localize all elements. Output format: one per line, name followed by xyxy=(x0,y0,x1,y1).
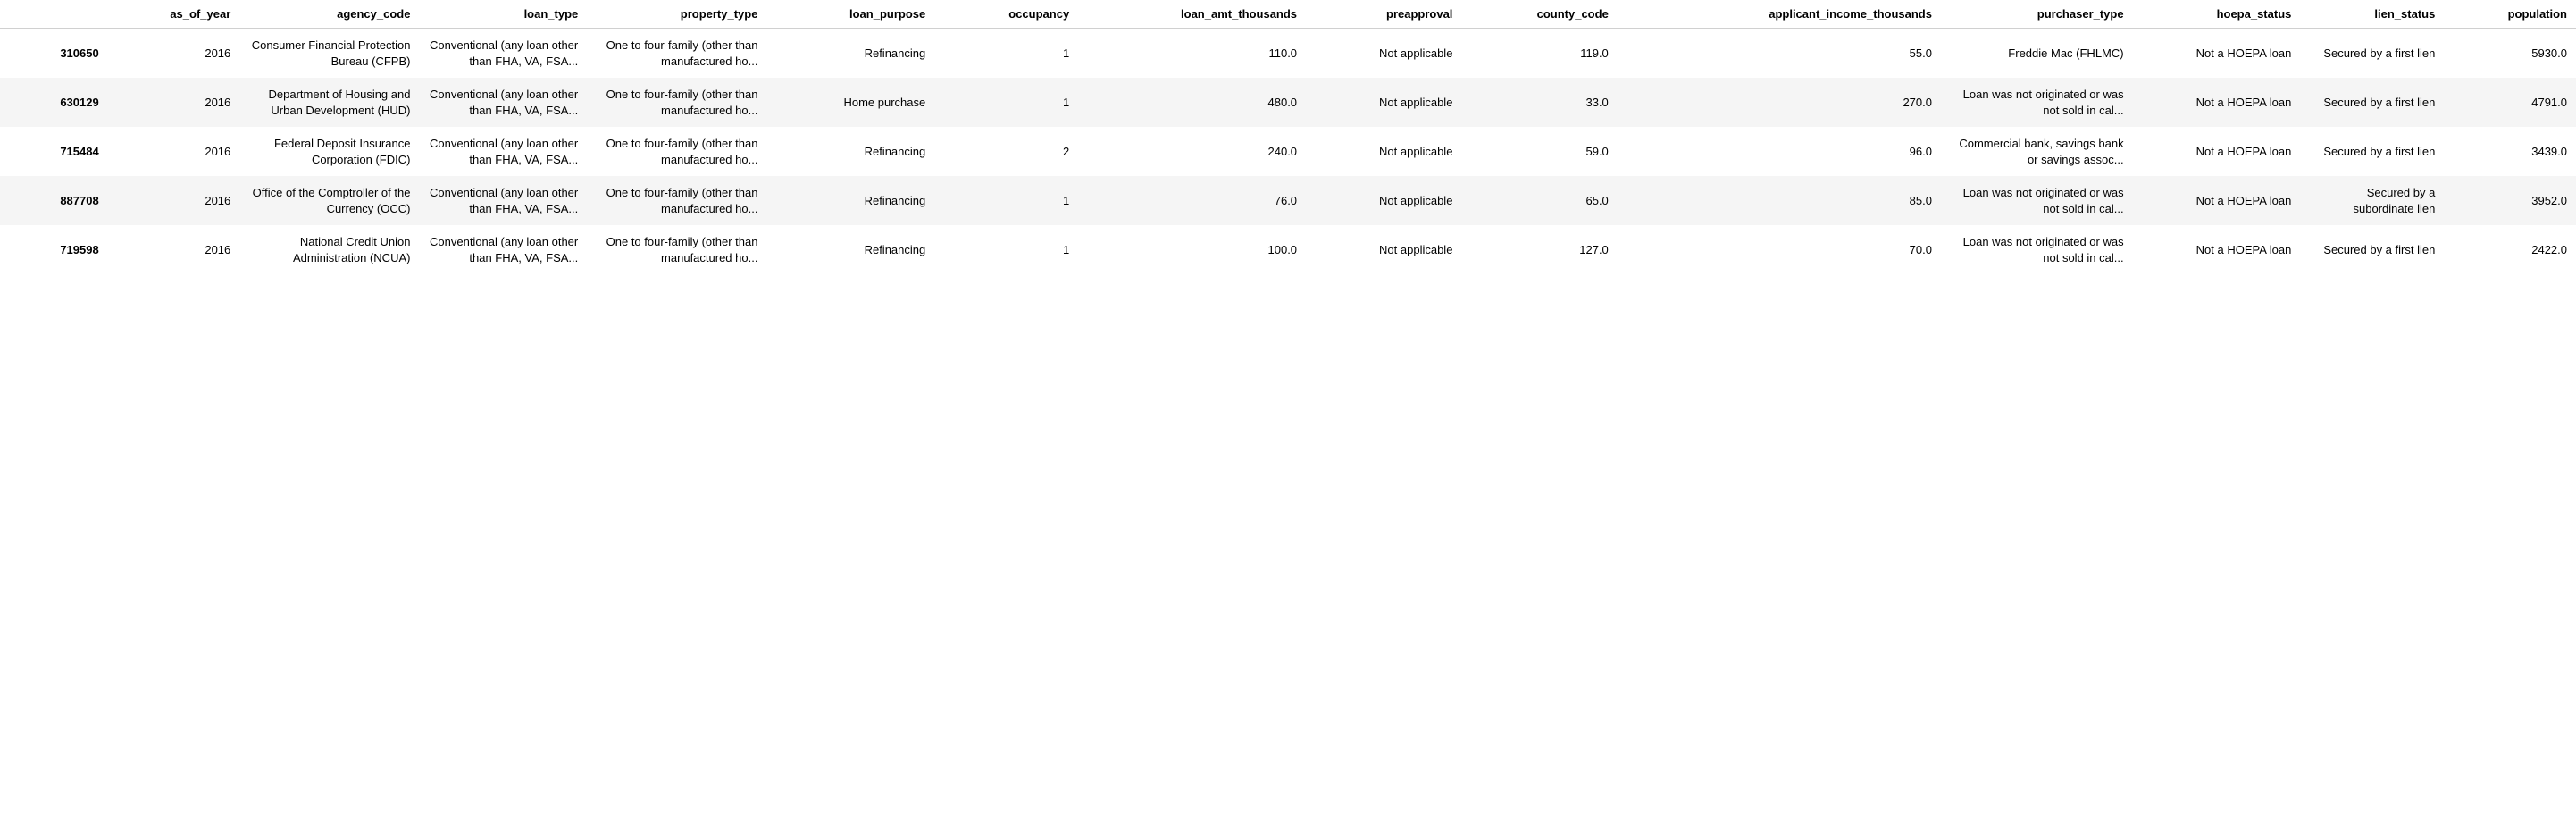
table-row: 310650 2016 Consumer Financial Protectio… xyxy=(0,29,2576,79)
cell-loan-type: Conventional (any loan other than FHA, V… xyxy=(419,127,587,176)
cell-property-type: One to four-family (other than manufactu… xyxy=(587,176,766,225)
cell-hoepa-status: Not a HOEPA loan xyxy=(2133,29,2301,79)
cell-loan-amt: 480.0 xyxy=(1078,78,1306,127)
cell-preapproval: Not applicable xyxy=(1306,225,1461,274)
cell-county-code: 119.0 xyxy=(1461,29,1617,79)
cell-preapproval: Not applicable xyxy=(1306,78,1461,127)
cell-purchaser-type: Loan was not originated or was not sold … xyxy=(1941,78,2133,127)
cell-population: 2422.0 xyxy=(2444,225,2576,274)
cell-occupancy: 1 xyxy=(934,78,1078,127)
cell-property-type: One to four-family (other than manufactu… xyxy=(587,29,766,79)
cell-agency-code: Office of the Comptroller of the Currenc… xyxy=(239,176,419,225)
cell-purchaser-type: Commercial bank, savings bank or savings… xyxy=(1941,127,2133,176)
cell-loan-type: Conventional (any loan other than FHA, V… xyxy=(419,78,587,127)
col-header-hoepa-status: hoepa_status xyxy=(2133,0,2301,29)
col-header-income: applicant_income_thousands xyxy=(1618,0,1941,29)
col-header-loan-purpose: loan_purpose xyxy=(766,0,934,29)
table-header: as_of_year agency_code loan_type propert… xyxy=(0,0,2576,29)
cell-agency-code: Department of Housing and Urban Developm… xyxy=(239,78,419,127)
cell-as-of-year: 2016 xyxy=(108,176,240,225)
cell-lien-status: Secured by a first lien xyxy=(2300,225,2444,274)
cell-income: 55.0 xyxy=(1618,29,1941,79)
cell-population: 3439.0 xyxy=(2444,127,2576,176)
cell-agency-code: Consumer Financial Protection Bureau (CF… xyxy=(239,29,419,79)
cell-lien-status: Secured by a first lien xyxy=(2300,78,2444,127)
cell-county-code: 65.0 xyxy=(1461,176,1617,225)
cell-agency-code: National Credit Union Administration (NC… xyxy=(239,225,419,274)
cell-property-type: One to four-family (other than manufactu… xyxy=(587,78,766,127)
cell-as-of-year: 2016 xyxy=(108,29,240,79)
col-header-loan-type: loan_type xyxy=(419,0,587,29)
cell-occupancy: 1 xyxy=(934,225,1078,274)
cell-preapproval: Not applicable xyxy=(1306,176,1461,225)
cell-hoepa-status: Not a HOEPA loan xyxy=(2133,176,2301,225)
cell-purchaser-type: Loan was not originated or was not sold … xyxy=(1941,176,2133,225)
table-row: 719598 2016 National Credit Union Admini… xyxy=(0,225,2576,274)
col-header-preapproval: preapproval xyxy=(1306,0,1461,29)
col-header-loan-amt: loan_amt_thousands xyxy=(1078,0,1306,29)
cell-preapproval: Not applicable xyxy=(1306,29,1461,79)
col-header-lien-status: lien_status xyxy=(2300,0,2444,29)
table-body: 310650 2016 Consumer Financial Protectio… xyxy=(0,29,2576,275)
col-header-as-of-year: as_of_year xyxy=(108,0,240,29)
cell-hoepa-status: Not a HOEPA loan xyxy=(2133,78,2301,127)
cell-as-of-year: 2016 xyxy=(108,225,240,274)
cell-income: 85.0 xyxy=(1618,176,1941,225)
cell-hoepa-status: Not a HOEPA loan xyxy=(2133,225,2301,274)
cell-property-type: One to four-family (other than manufactu… xyxy=(587,127,766,176)
col-header-index xyxy=(0,0,108,29)
cell-loan-purpose: Home purchase xyxy=(766,78,934,127)
cell-county-code: 33.0 xyxy=(1461,78,1617,127)
cell-occupancy: 1 xyxy=(934,176,1078,225)
cell-loan-type: Conventional (any loan other than FHA, V… xyxy=(419,29,587,79)
col-header-property-type: property_type xyxy=(587,0,766,29)
cell-loan-type: Conventional (any loan other than FHA, V… xyxy=(419,176,587,225)
cell-as-of-year: 2016 xyxy=(108,78,240,127)
cell-index: 887708 xyxy=(0,176,108,225)
cell-lien-status: Secured by a first lien xyxy=(2300,29,2444,79)
cell-income: 70.0 xyxy=(1618,225,1941,274)
cell-property-type: One to four-family (other than manufactu… xyxy=(587,225,766,274)
cell-income: 270.0 xyxy=(1618,78,1941,127)
cell-purchaser-type: Freddie Mac (FHLMC) xyxy=(1941,29,2133,79)
cell-population: 4791.0 xyxy=(2444,78,2576,127)
cell-occupancy: 2 xyxy=(934,127,1078,176)
cell-loan-amt: 100.0 xyxy=(1078,225,1306,274)
cell-county-code: 127.0 xyxy=(1461,225,1617,274)
table-row: 887708 2016 Office of the Comptroller of… xyxy=(0,176,2576,225)
cell-loan-amt: 240.0 xyxy=(1078,127,1306,176)
cell-preapproval: Not applicable xyxy=(1306,127,1461,176)
dataframe-table: as_of_year agency_code loan_type propert… xyxy=(0,0,2576,274)
cell-population: 3952.0 xyxy=(2444,176,2576,225)
table-row: 715484 2016 Federal Deposit Insurance Co… xyxy=(0,127,2576,176)
cell-occupancy: 1 xyxy=(934,29,1078,79)
cell-loan-purpose: Refinancing xyxy=(766,29,934,79)
cell-loan-amt: 76.0 xyxy=(1078,176,1306,225)
cell-index: 715484 xyxy=(0,127,108,176)
cell-index: 630129 xyxy=(0,78,108,127)
cell-as-of-year: 2016 xyxy=(108,127,240,176)
cell-loan-amt: 110.0 xyxy=(1078,29,1306,79)
col-header-county-code: county_code xyxy=(1461,0,1617,29)
cell-index: 310650 xyxy=(0,29,108,79)
col-header-purchaser-type: purchaser_type xyxy=(1941,0,2133,29)
cell-index: 719598 xyxy=(0,225,108,274)
cell-population: 5930.0 xyxy=(2444,29,2576,79)
cell-agency-code: Federal Deposit Insurance Corporation (F… xyxy=(239,127,419,176)
cell-county-code: 59.0 xyxy=(1461,127,1617,176)
cell-loan-purpose: Refinancing xyxy=(766,225,934,274)
cell-loan-purpose: Refinancing xyxy=(766,127,934,176)
col-header-population: population xyxy=(2444,0,2576,29)
col-header-agency-code: agency_code xyxy=(239,0,419,29)
cell-income: 96.0 xyxy=(1618,127,1941,176)
cell-purchaser-type: Loan was not originated or was not sold … xyxy=(1941,225,2133,274)
cell-lien-status: Secured by a subordinate lien xyxy=(2300,176,2444,225)
cell-loan-purpose: Refinancing xyxy=(766,176,934,225)
cell-hoepa-status: Not a HOEPA loan xyxy=(2133,127,2301,176)
col-header-occupancy: occupancy xyxy=(934,0,1078,29)
cell-lien-status: Secured by a first lien xyxy=(2300,127,2444,176)
cell-loan-type: Conventional (any loan other than FHA, V… xyxy=(419,225,587,274)
table-row: 630129 2016 Department of Housing and Ur… xyxy=(0,78,2576,127)
